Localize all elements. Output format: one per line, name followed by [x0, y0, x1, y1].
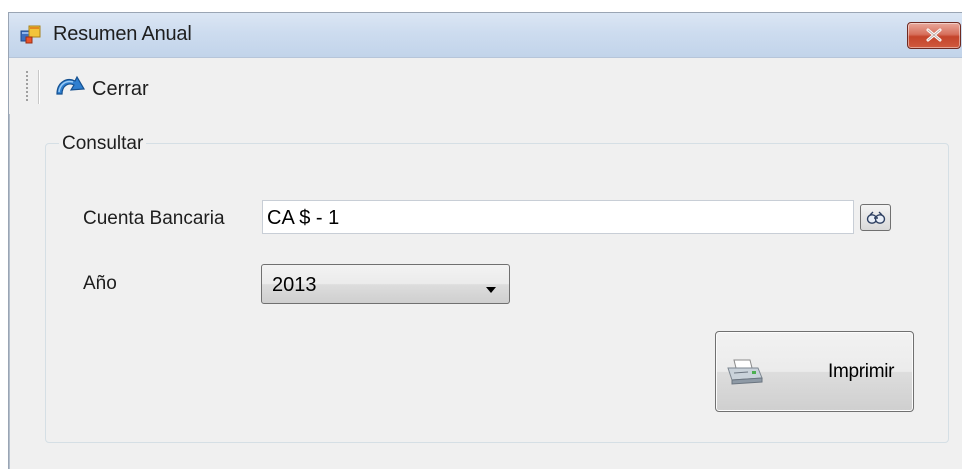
- consultar-group-title: Consultar: [59, 133, 147, 155]
- dropdown-arrow-icon: [485, 281, 497, 299]
- cuenta-bancaria-input[interactable]: [262, 200, 854, 234]
- window-title: Resumen Anual: [53, 23, 192, 45]
- cerrar-button[interactable]: Cerrar: [53, 72, 183, 104]
- application-window-icon: [20, 24, 42, 46]
- imprimir-label: Imprimir: [828, 361, 895, 382]
- toolbar-separator: [38, 70, 40, 104]
- close-button[interactable]: [907, 22, 961, 49]
- toolbar-grip-handle[interactable]: [25, 70, 29, 104]
- imprimir-button[interactable]: Imprimir: [715, 331, 914, 412]
- anio-dropdown[interactable]: 2013: [261, 264, 510, 304]
- cuenta-bancaria-label: Cuenta Bancaria: [83, 208, 225, 229]
- redo-arrow-icon: [53, 72, 87, 104]
- search-account-button[interactable]: [860, 204, 891, 231]
- anio-selected-value: 2013: [272, 274, 317, 296]
- anio-label: Año: [83, 273, 117, 294]
- printer-icon: [724, 358, 764, 391]
- resumen-anual-window: Resumen Anual Cerrar Consultar Cuenta Ba…: [8, 12, 962, 469]
- title-bar[interactable]: Resumen Anual: [9, 13, 962, 58]
- cerrar-label: Cerrar: [92, 78, 149, 100]
- toolbar: Cerrar: [9, 58, 962, 114]
